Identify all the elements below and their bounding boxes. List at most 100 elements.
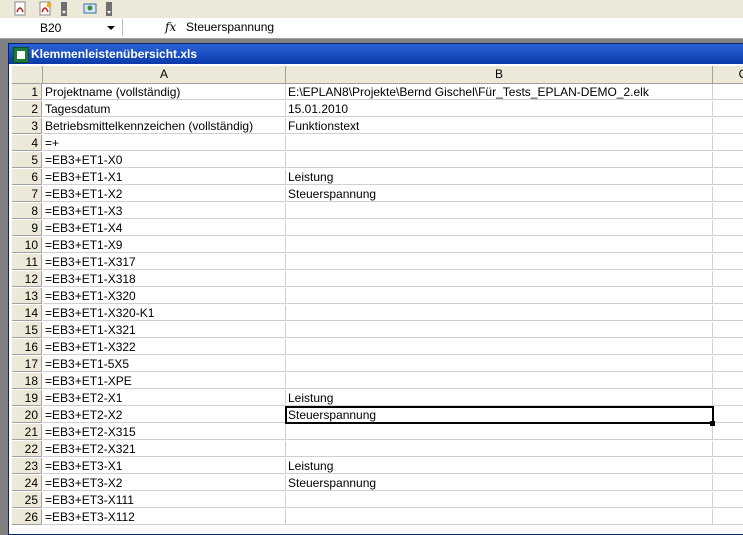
row-header[interactable]: 17 [12,356,42,372]
chevron-down-icon[interactable] [107,26,115,30]
cell-c26[interactable] [713,509,743,525]
cell-c18[interactable] [713,373,743,389]
cell-b12[interactable] [286,271,713,287]
fx-icon[interactable]: fx [165,20,176,34]
toolbar-overflow-2[interactable] [106,2,112,16]
row-header[interactable]: 2 [12,101,42,117]
cell-b2[interactable]: 15.01.2010 [286,101,713,117]
column-header-c[interactable]: C [713,66,743,84]
pdf-icon[interactable] [12,1,28,17]
cell-a4[interactable]: =+ [43,135,286,151]
cell-b15[interactable] [286,322,713,338]
cell-a15[interactable]: =EB3+ET1-X321 [43,322,286,338]
row-header[interactable]: 21 [12,424,42,440]
cell-c1[interactable] [713,84,743,100]
cell-c22[interactable] [713,441,743,457]
cell-c6[interactable] [713,169,743,185]
cell-b6[interactable]: Leistung [286,169,713,185]
cell-b11[interactable] [286,254,713,270]
row-header[interactable]: 12 [12,271,42,287]
cell-a19[interactable]: =EB3+ET2-X1 [43,390,286,406]
cell-b3[interactable]: Funktionstext [286,118,713,134]
cell-b10[interactable] [286,237,713,253]
cell-b8[interactable] [286,203,713,219]
cell-b26[interactable] [286,509,713,525]
row-header[interactable]: 18 [12,373,42,389]
cell-b13[interactable] [286,288,713,304]
cell-b23[interactable]: Leistung [286,458,713,474]
cell-c8[interactable] [713,203,743,219]
cell-c11[interactable] [713,254,743,270]
cell-c9[interactable] [713,220,743,236]
row-header[interactable]: 14 [12,305,42,321]
cell-a11[interactable]: =EB3+ET1-X317 [43,254,286,270]
row-header[interactable]: 20 [12,407,42,423]
cell-b25[interactable] [286,492,713,508]
cell-c13[interactable] [713,288,743,304]
cell-a16[interactable]: =EB3+ET1-X322 [43,339,286,355]
cell-a1[interactable]: Projektname (vollständig) [43,84,286,100]
cell-a5[interactable]: =EB3+ET1-X0 [43,152,286,168]
cell-b18[interactable] [286,373,713,389]
row-header[interactable]: 25 [12,492,42,508]
row-header[interactable]: 22 [12,441,42,457]
fill-handle[interactable] [710,421,715,426]
column-header-b[interactable]: B [286,66,713,84]
row-header[interactable]: 10 [12,237,42,253]
pdf-settings-icon[interactable] [37,1,53,17]
cell-c19[interactable] [713,390,743,406]
cell-b16[interactable] [286,339,713,355]
cell-c24[interactable] [713,475,743,491]
cell-c16[interactable] [713,339,743,355]
cell-a12[interactable]: =EB3+ET1-X318 [43,271,286,287]
row-header[interactable]: 7 [12,186,42,202]
row-header[interactable]: 9 [12,220,42,236]
cell-a8[interactable]: =EB3+ET1-X3 [43,203,286,219]
row-header[interactable]: 5 [12,152,42,168]
cell-a14[interactable]: =EB3+ET1-X320-K1 [43,305,286,321]
cell-a2[interactable]: Tagesdatum [43,101,286,117]
row-header[interactable]: 26 [12,509,42,525]
cell-c2[interactable] [713,101,743,117]
cell-c15[interactable] [713,322,743,338]
cell-b22[interactable] [286,441,713,457]
cell-c20[interactable] [713,407,743,423]
cell-a21[interactable]: =EB3+ET2-X315 [43,424,286,440]
row-header[interactable]: 1 [12,84,42,100]
row-header[interactable]: 23 [12,458,42,474]
cell-c3[interactable] [713,118,743,134]
cell-a3[interactable]: Betriebsmittelkennzeichen (vollständig) [43,118,286,134]
cell-a25[interactable]: =EB3+ET3-X111 [43,492,286,508]
row-header[interactable]: 13 [12,288,42,304]
cell-a10[interactable]: =EB3+ET1-X9 [43,237,286,253]
cell-b1[interactable]: E:\EPLAN8\Projekte\Bernd Gischel\Für_Tes… [286,84,713,100]
cell-a9[interactable]: =EB3+ET1-X4 [43,220,286,236]
cell-c21[interactable] [713,424,743,440]
row-header[interactable]: 3 [12,118,42,134]
cell-a18[interactable]: =EB3+ET1-XPE [43,373,286,389]
cell-b4[interactable] [286,135,713,151]
cell-c4[interactable] [713,135,743,151]
cell-c14[interactable] [713,305,743,321]
row-header[interactable]: 15 [12,322,42,338]
window-titlebar[interactable]: Klemmenleistenübersicht.xls [9,44,743,64]
cell-b20[interactable]: Steuerspannung [285,406,714,424]
cell-c23[interactable] [713,458,743,474]
row-header[interactable]: 24 [12,475,42,491]
cell-b24[interactable]: Steuerspannung [286,475,713,491]
row-header[interactable]: 16 [12,339,42,355]
row-header[interactable]: 8 [12,203,42,219]
cell-b5[interactable] [286,152,713,168]
row-header[interactable]: 4 [12,135,42,151]
row-header[interactable]: 19 [12,390,42,406]
cell-a6[interactable]: =EB3+ET1-X1 [43,169,286,185]
cell-a13[interactable]: =EB3+ET1-X320 [43,288,286,304]
cell-c10[interactable] [713,237,743,253]
cell-a23[interactable]: =EB3+ET3-X1 [43,458,286,474]
cell-b17[interactable] [286,356,713,372]
name-box[interactable]: B20 [0,19,123,36]
cell-c25[interactable] [713,492,743,508]
cell-c17[interactable] [713,356,743,372]
formula-input[interactable]: Steuerspannung [186,20,274,34]
row-header[interactable]: 6 [12,169,42,185]
